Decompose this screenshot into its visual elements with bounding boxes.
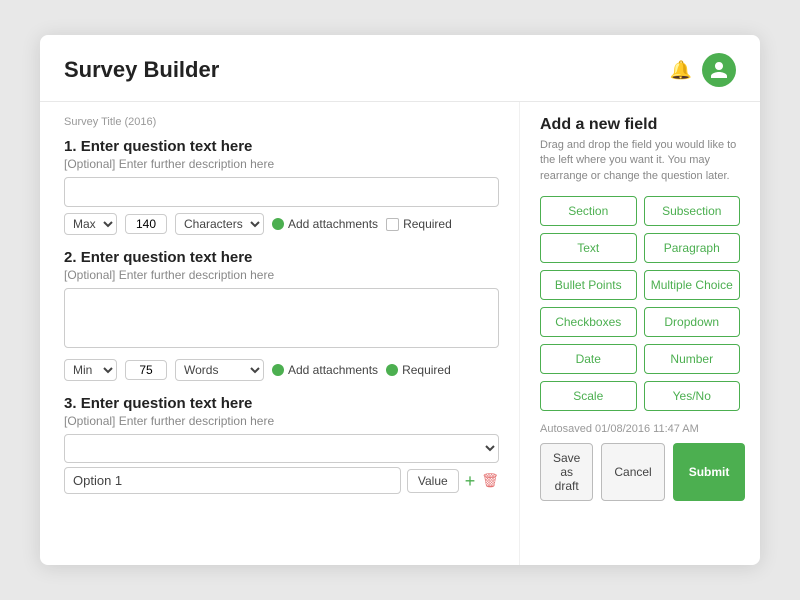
right-panel: Add a new field Drag and drop the field …: [520, 102, 760, 565]
question-2-attach-label: Add attachments: [272, 363, 378, 377]
option-1-input[interactable]: [64, 467, 401, 494]
question-2-required-label: Required: [386, 363, 451, 377]
field-btn-text[interactable]: Text: [540, 233, 637, 263]
question-3-dropdown[interactable]: [64, 434, 499, 463]
attach-dot-icon: [272, 218, 284, 230]
question-1-max-value[interactable]: [125, 214, 167, 234]
field-buttons-grid: Section Subsection Text Paragraph Bullet…: [540, 196, 740, 411]
field-btn-subsection[interactable]: Subsection: [644, 196, 741, 226]
question-1-desc: [Optional] Enter further description her…: [64, 157, 499, 171]
question-2-block: 2. Enter question text here [Optional] E…: [64, 249, 499, 381]
field-btn-date[interactable]: Date: [540, 344, 637, 374]
question-1-controls: MaxMin CharactersWords Add attachments R…: [64, 213, 499, 235]
submit-button[interactable]: Submit: [673, 443, 746, 501]
characters-select[interactable]: CharactersWords: [175, 213, 264, 235]
field-btn-bullet-points[interactable]: Bullet Points: [540, 270, 637, 300]
field-btn-dropdown[interactable]: Dropdown: [644, 307, 741, 337]
attach-dot-icon-2: [272, 364, 284, 376]
required-dot-icon: [386, 364, 398, 376]
question-3-block: 3. Enter question text here [Optional] E…: [64, 395, 499, 494]
value-button[interactable]: Value: [407, 469, 459, 493]
page-title: Survey Builder: [64, 57, 219, 83]
question-3-desc: [Optional] Enter further description her…: [64, 414, 499, 428]
delete-option-icon[interactable]: 🗑: [481, 472, 499, 489]
question-1-required-label: Required: [386, 217, 452, 231]
field-btn-section[interactable]: Section: [540, 196, 637, 226]
autosaved-label: Autosaved 01/08/2016 11:47 AM: [540, 423, 740, 435]
words-select[interactable]: WordsCharacters: [175, 359, 264, 381]
question-2-min-value[interactable]: [125, 360, 167, 380]
action-buttons: Save as draft Cancel Submit: [540, 443, 740, 501]
add-field-desc: Drag and drop the field you would like t…: [540, 138, 740, 184]
survey-title-label: Survey Title (2016): [64, 116, 499, 128]
left-panel: Survey Title (2016) 1. Enter question te…: [40, 102, 520, 565]
body: Survey Title (2016) 1. Enter question te…: [40, 102, 760, 565]
field-btn-scale[interactable]: Scale: [540, 381, 637, 411]
question-2-title: 2. Enter question text here: [64, 249, 499, 266]
option-row: Value + 🗑: [64, 467, 499, 494]
question-1-title: 1. Enter question text here: [64, 138, 499, 155]
bell-icon: 🔔: [670, 60, 692, 81]
add-field-title: Add a new field: [540, 116, 740, 134]
question-1-attach-label: Add attachments: [272, 217, 378, 231]
field-btn-number[interactable]: Number: [644, 344, 741, 374]
field-btn-multiple-choice[interactable]: Multiple Choice: [644, 270, 741, 300]
survey-builder-card: Survey Builder 🔔 Survey Title (2016) 1. …: [40, 35, 760, 565]
required-checkbox[interactable]: [386, 218, 399, 231]
field-btn-yesno[interactable]: Yes/No: [644, 381, 741, 411]
question-2-controls: MinMax WordsCharacters Add attachments R…: [64, 359, 499, 381]
max-select[interactable]: MaxMin: [64, 213, 117, 235]
save-draft-button[interactable]: Save as draft: [540, 443, 593, 501]
field-btn-paragraph[interactable]: Paragraph: [644, 233, 741, 263]
question-3-title: 3. Enter question text here: [64, 395, 499, 412]
avatar: [702, 53, 736, 87]
cancel-button[interactable]: Cancel: [601, 443, 664, 501]
question-1-block: 1. Enter question text here [Optional] E…: [64, 138, 499, 235]
min-select[interactable]: MinMax: [64, 359, 117, 381]
header-icons: 🔔: [670, 53, 736, 87]
add-option-icon[interactable]: +: [465, 472, 476, 490]
question-1-input[interactable]: [64, 177, 499, 207]
question-2-desc: [Optional] Enter further description her…: [64, 268, 499, 282]
field-btn-checkboxes[interactable]: Checkboxes: [540, 307, 637, 337]
header: Survey Builder 🔔: [40, 35, 760, 102]
question-2-input[interactable]: [64, 288, 499, 348]
